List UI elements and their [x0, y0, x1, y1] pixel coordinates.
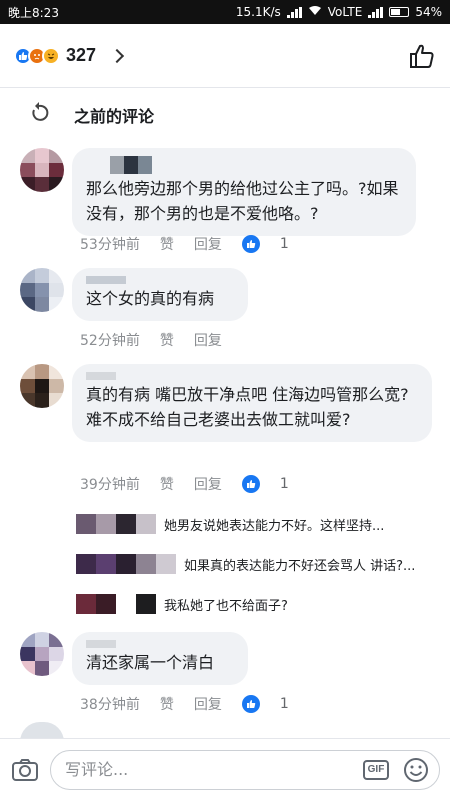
comment-meta: 52分钟前 赞 回复 [80, 330, 242, 350]
comment-bubble: 这个女的真的有病 [72, 268, 248, 321]
haha-reaction-icon [42, 46, 60, 65]
like-icon [241, 235, 260, 253]
comment-like-count: 1 [241, 475, 309, 493]
reply-link[interactable]: 回复 [194, 330, 222, 350]
network-speed: 15.1K/s [235, 5, 281, 19]
reply-text: 她男友说她表达能力不好。这样坚持... [164, 518, 385, 534]
comment-input[interactable] [65, 760, 363, 779]
like-count-number: 1 [279, 236, 289, 252]
comment-text: 那么他旁边那个男的给他过公主了吗。?如果没有，那个男的也是不爱他咯。? [86, 179, 399, 223]
like-count-number: 1 [279, 476, 289, 492]
avatar[interactable] [20, 148, 64, 192]
like-icon [241, 695, 260, 713]
reply-link[interactable]: 回复 [194, 234, 222, 254]
comment-text: 真的有病 嘴巴放干净点吧 住海边吗管那么宽? 难不成不给自己老婆出去做工就叫爱? [86, 385, 409, 429]
commenter-name-blurred [86, 372, 418, 380]
like-link[interactable]: 赞 [160, 330, 174, 350]
reply-item[interactable]: 她男友说她表达能力不好。这样坚持... [76, 512, 446, 536]
status-time: 晚上8:23 [8, 5, 59, 20]
reply-item[interactable]: 我私她了也不给面子? [76, 592, 446, 616]
camera-icon[interactable] [10, 755, 40, 785]
status-bar: 晚上8:23 15.1K/s VoLTE 54% [0, 0, 450, 24]
reactions-header: 327 [0, 24, 450, 88]
reply-text: 我私她了也不给面子? [164, 598, 288, 614]
refresh-icon [28, 102, 50, 128]
reaction-count: 327 [66, 45, 97, 65]
thumbs-up-icon[interactable] [408, 42, 436, 70]
reply-avatar-name-blurred [76, 514, 156, 534]
comment-time: 53分钟前 [80, 237, 140, 253]
comment-time: 38分钟前 [80, 697, 140, 713]
like-link[interactable]: 赞 [160, 474, 174, 494]
battery-level: 54% [415, 5, 442, 19]
signal-icon [286, 6, 302, 18]
commenter-name-blurred [86, 276, 234, 284]
comment-text: 这个女的真的有病 [86, 289, 215, 308]
wifi-icon [308, 5, 322, 19]
previous-comments-link[interactable]: 之前的评论 [0, 98, 450, 132]
like-count-number: 1 [279, 696, 289, 712]
comment-composer: GIF [0, 738, 450, 800]
comment-meta: 53分钟前 赞 回复 1 [80, 234, 329, 254]
reply-link[interactable]: 回复 [194, 474, 222, 494]
like-icon [241, 475, 260, 493]
comment-time: 39分钟前 [80, 477, 140, 493]
commenter-name-blurred [86, 640, 234, 648]
comment-input-box[interactable]: GIF [50, 749, 440, 790]
comment-bubble: 真的有病 嘴巴放干净点吧 住海边吗管那么宽? 难不成不给自己老婆出去做工就叫爱? [72, 364, 432, 442]
comment-meta: 38分钟前 赞 回复 1 [80, 694, 329, 714]
reaction-summary[interactable]: 327 [14, 45, 125, 66]
comment-meta: 39分钟前 赞 回复 1 [80, 474, 329, 494]
smiley-icon[interactable] [403, 757, 429, 783]
comment-text: 清还家属一个清白 [86, 653, 215, 672]
like-link[interactable]: 赞 [160, 234, 174, 254]
reply-item[interactable]: 如果真的表达能力不好还会骂人 讲话?... [76, 552, 446, 576]
reply-avatar-name-blurred [76, 554, 176, 574]
previous-comments-label: 之前的评论 [74, 107, 155, 126]
network-type: VoLTE [327, 5, 363, 19]
comment-bubble: 那么他旁边那个男的给他过公主了吗。?如果没有，那个男的也是不爱他咯。? [72, 148, 416, 236]
battery-icon [389, 7, 410, 17]
avatar[interactable] [20, 364, 64, 408]
commenter-name-blurred [110, 156, 402, 174]
comment-bubble: 清还家属一个清白 [72, 632, 248, 685]
reply-link[interactable]: 回复 [194, 694, 222, 714]
signal-2-icon [368, 6, 384, 18]
gif-icon[interactable]: GIF [363, 759, 389, 780]
reply-avatar-name-blurred [76, 594, 156, 614]
comment-like-count: 1 [241, 235, 309, 253]
chevron-right-icon[interactable] [109, 48, 125, 63]
avatar[interactable] [20, 268, 64, 312]
reply-text: 如果真的表达能力不好还会骂人 讲话?... [184, 558, 416, 574]
status-right: 15.1K/s VoLTE 54% [236, 5, 442, 19]
comment-time: 52分钟前 [80, 333, 140, 349]
avatar[interactable] [20, 632, 64, 676]
like-link[interactable]: 赞 [160, 694, 174, 714]
comment-like-count: 1 [241, 695, 309, 713]
